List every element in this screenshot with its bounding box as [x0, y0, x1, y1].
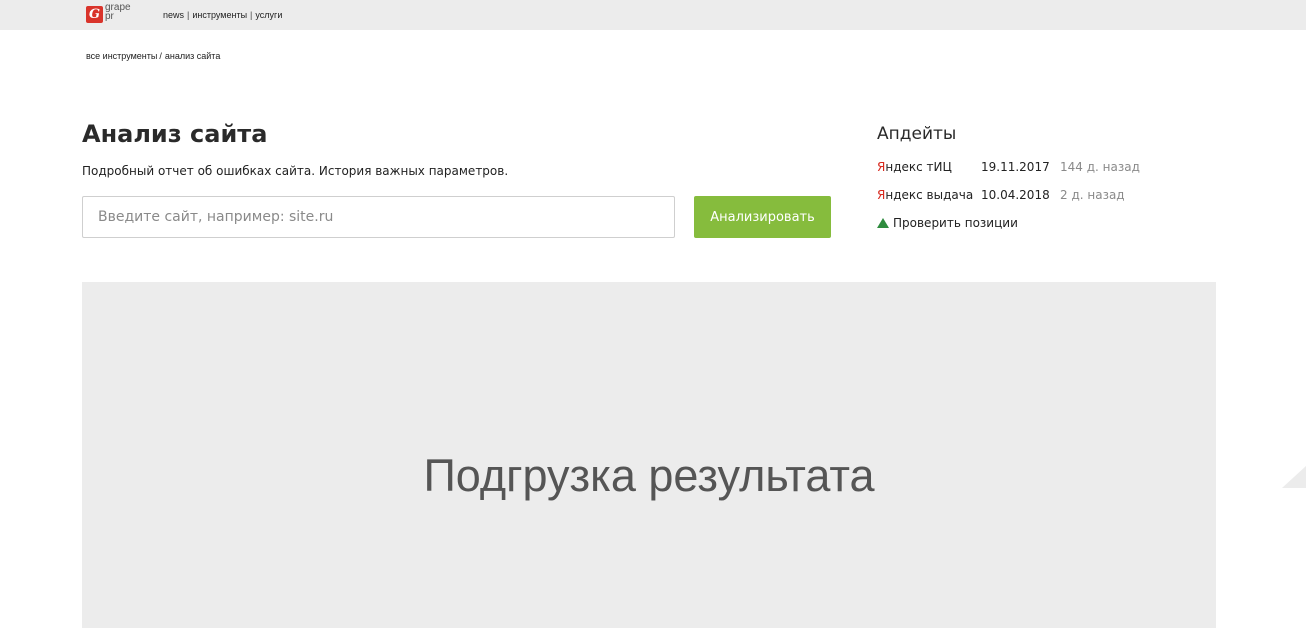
breadcrumb-separator: / — [159, 51, 162, 61]
page-title: Анализ сайта — [82, 120, 268, 148]
top-nav: news | инструменты | услуги — [163, 10, 282, 20]
update-row-tic: Яндекс тИЦ 19.11.2017 144 д. назад — [877, 160, 1140, 174]
update-ago: 144 д. назад — [1060, 160, 1140, 174]
update-ago: 2 д. назад — [1060, 188, 1125, 202]
check-positions-link[interactable]: Проверить позиции — [877, 216, 1018, 230]
breadcrumb-current: анализ сайта — [164, 51, 221, 61]
loading-text: Подгрузка результата — [423, 450, 875, 501]
update-row-serp: Яндекс выдача 10.04.2018 2 д. назад — [877, 188, 1125, 202]
update-label-link[interactable]: Яндекс тИЦ — [877, 160, 952, 174]
logo-text[interactable]: grape pr — [105, 3, 131, 22]
update-label: ндекс тИЦ — [885, 160, 952, 174]
update-date: 10.04.2018 — [981, 188, 1050, 202]
site-url-input[interactable] — [82, 196, 675, 238]
breadcrumb: все инструменты / анализ сайта — [86, 51, 220, 61]
decorative-corner — [1282, 466, 1306, 488]
breadcrumb-all-tools[interactable]: все инструменты — [86, 51, 157, 61]
update-label-link[interactable]: Яндекс выдача — [877, 188, 973, 202]
nav-separator: | — [187, 10, 190, 20]
analyze-button[interactable]: Анализировать — [694, 196, 831, 238]
update-date: 19.11.2017 — [981, 160, 1050, 174]
check-positions-label: Проверить позиции — [893, 216, 1018, 230]
updates-title: Апдейты — [877, 124, 957, 144]
page-subtitle: Подробный отчет об ошибках сайта. Истори… — [82, 164, 509, 178]
grape-pr-logo-icon[interactable]: G — [86, 6, 103, 23]
top-bar: G grape pr news | инструменты | услуги — [0, 0, 1306, 30]
green-triangle-icon — [877, 218, 889, 228]
nav-separator: | — [250, 10, 253, 20]
nav-link-tools[interactable]: инструменты — [192, 10, 247, 20]
nav-link-news[interactable]: news — [163, 10, 184, 20]
nav-link-services[interactable]: услуги — [255, 10, 282, 20]
results-loading-panel: Подгрузка результата — [82, 282, 1216, 628]
update-label: ндекс выдача — [885, 188, 974, 202]
logo-line-2: pr — [105, 11, 114, 22]
